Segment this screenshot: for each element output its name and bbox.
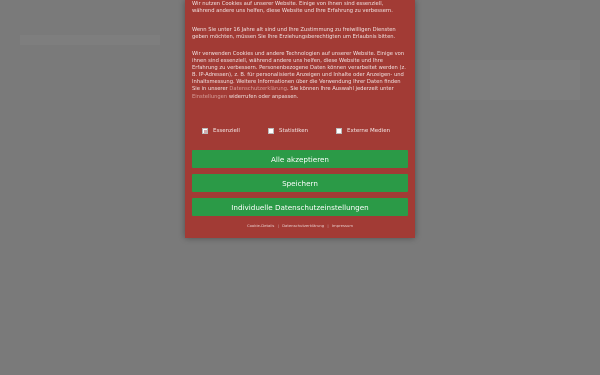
consent-footer-links: Cookie-Details | Datenschutzerklärung | …	[185, 223, 415, 228]
save-button[interactable]: Speichern	[192, 174, 408, 192]
checkbox-external-media-box[interactable]	[336, 127, 342, 134]
footer-separator: |	[277, 223, 279, 228]
checkbox-external-media[interactable]: Externe Medien	[336, 126, 390, 135]
individual-settings-button[interactable]: Individuelle Datenschutzeinstellungen	[192, 198, 408, 216]
consent-intro-text: Wir nutzen Cookies auf unserer Website. …	[192, 1, 393, 15]
accept-all-button[interactable]: Alle akzeptieren	[192, 150, 408, 168]
cookie-consent-dialog: Wir nutzen Cookies auf unserer Website. …	[185, 0, 415, 238]
consent-category-options: Essenziell Statistiken Externe Medien	[202, 126, 402, 135]
settings-link[interactable]: Einstellungen	[192, 94, 227, 100]
checkbox-essential-label: Essenziell	[213, 127, 240, 134]
imprint-link[interactable]: Impressum	[332, 223, 353, 228]
cookie-details-link[interactable]: Cookie-Details	[247, 223, 274, 228]
consent-details-part-2: . Sie können Ihre Auswahl jederzeit unte…	[286, 86, 394, 93]
checkbox-statistics[interactable]: Statistiken	[268, 126, 308, 135]
checkbox-essential[interactable]: Essenziell	[202, 126, 240, 135]
footer-separator: |	[327, 223, 329, 228]
background-content	[20, 35, 160, 45]
checkbox-essential-box[interactable]	[202, 127, 208, 134]
checkbox-statistics-box[interactable]	[268, 127, 274, 134]
consent-details-part-3: widerrufen oder anpassen.	[227, 93, 299, 100]
footer-privacy-link[interactable]: Datenschutzerklärung	[282, 223, 324, 228]
checkbox-statistics-label: Statistiken	[279, 127, 309, 134]
privacy-policy-link[interactable]: Datenschutzerklärung	[229, 86, 287, 92]
consent-details-text: Wir verwenden Cookies und andere Technol…	[192, 51, 406, 101]
background-content	[430, 60, 580, 100]
consent-age-text: Wenn Sie unter 16 Jahre alt sind und Ihr…	[192, 27, 396, 41]
checkbox-external-media-label: Externe Medien	[347, 127, 391, 134]
